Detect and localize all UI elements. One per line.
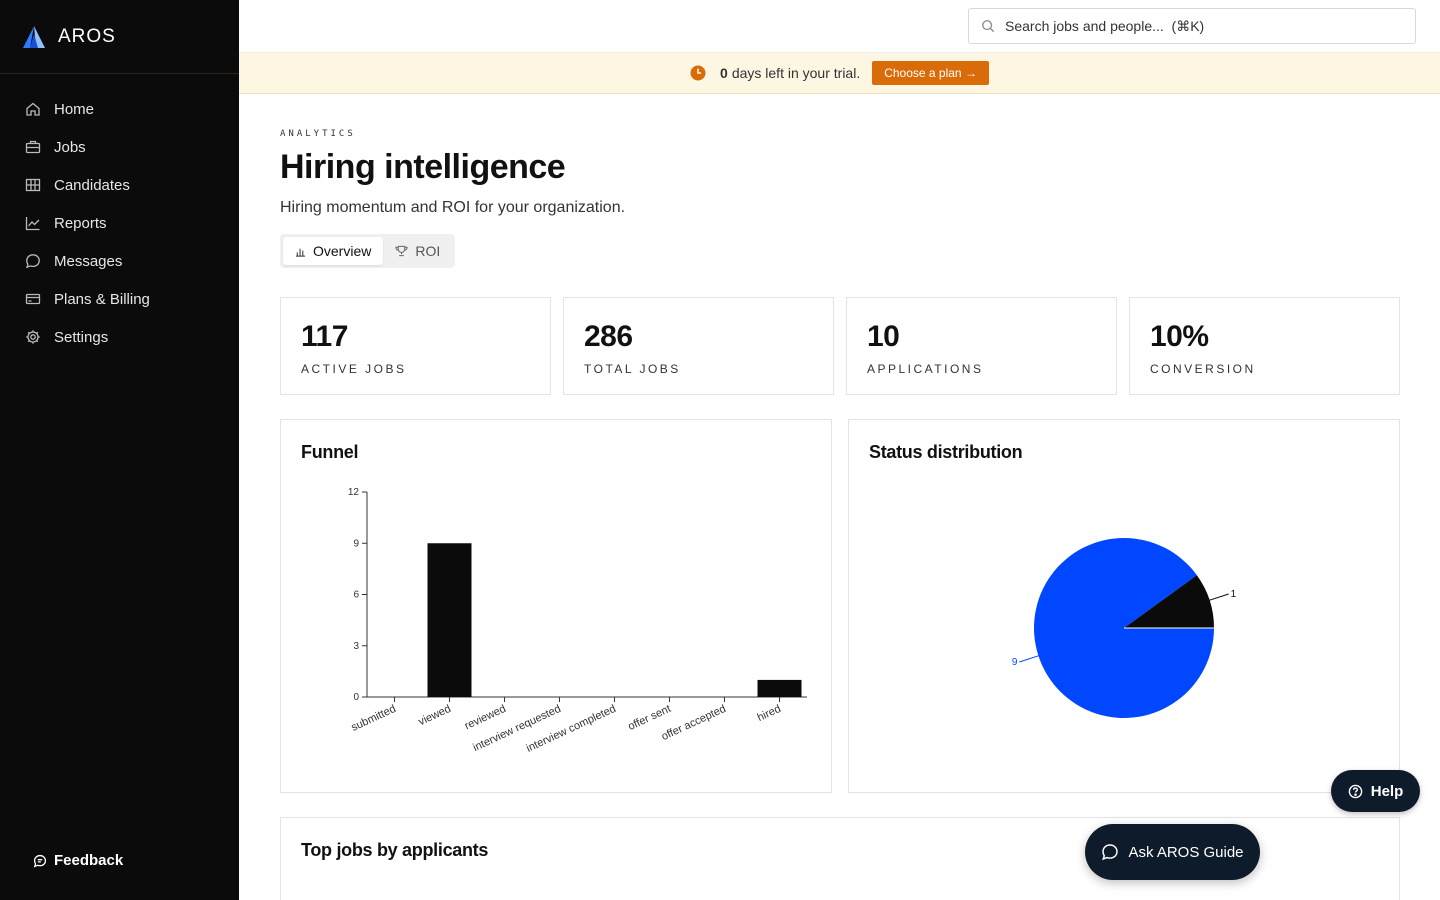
page-title: Hiring intelligence — [280, 148, 566, 186]
kpi-card-total-jobs: 286 TOTAL JOBS — [563, 297, 834, 395]
y-tick-label: 0 — [353, 692, 359, 703]
trophy-icon — [395, 245, 408, 257]
tab-label: ROI — [415, 243, 441, 259]
home-icon — [25, 101, 41, 117]
trial-days: 0 — [720, 65, 728, 81]
kpi-label: TOTAL JOBS — [584, 362, 681, 376]
x-tick-label: hired — [756, 703, 783, 724]
top-jobs-title: Top jobs by applicants — [301, 840, 489, 860]
sidebar-item-label: Jobs — [54, 138, 86, 156]
funnel-chart: 036912submitted viewed reviewedinterview r… — [348, 487, 807, 755]
sidebar-item-label: Candidates — [54, 176, 130, 194]
sidebar-nav: Home Jobs Candidates Reports Messages Pl… — [0, 74, 239, 356]
sidebar-item-reports[interactable]: Reports — [0, 204, 239, 242]
app-name: AROS — [58, 25, 116, 47]
y-tick-label: 12 — [348, 487, 360, 498]
message-icon — [25, 253, 41, 269]
x-tick-label: submitted — [349, 703, 397, 734]
chat-bubble-icon — [1102, 844, 1119, 861]
kpi-value: 10% — [1150, 320, 1209, 353]
sidebar-item-candidates[interactable]: Candidates — [0, 166, 239, 204]
kpi-value: 286 — [584, 320, 633, 353]
aros-logo — [23, 25, 45, 48]
kpi-card-conversion: 10% CONVERSION — [1129, 297, 1400, 395]
pie-slice-label: 9 — [1012, 657, 1018, 668]
kpi-row: 117 ACTIVE JOBS 286 TOTAL JOBS 10 APPLIC… — [280, 297, 1400, 395]
trial-banner: 0 days left in your trial. Choose a plan… — [239, 53, 1440, 94]
feedback-label: Feedback — [54, 852, 124, 869]
y-tick-label: 3 — [353, 641, 359, 652]
kpi-card-active-jobs: 117 ACTIVE JOBS — [280, 297, 551, 395]
ask-guide-button[interactable]: Ask AROS Guide — [1085, 824, 1260, 880]
funnel-card: Funnel 0 3 6 9 12 submitted viewed reviewed inte… — [280, 419, 832, 793]
kpi-label: CONVERSION — [1150, 362, 1256, 376]
sidebar-item-label: Plans & Billing — [54, 290, 150, 308]
search-box[interactable] — [968, 8, 1416, 44]
feedback-button[interactable]: Feedback — [33, 852, 123, 869]
sidebar-item-messages[interactable]: Messages — [0, 242, 239, 280]
kpi-label: ACTIVE JOBS — [301, 362, 407, 376]
briefcase-icon — [25, 139, 41, 155]
credit-card-icon — [25, 291, 41, 307]
search-icon — [982, 20, 995, 33]
feedback-icon — [33, 854, 47, 868]
sidebar-item-plans-billing[interactable]: Plans & Billing — [0, 280, 239, 318]
x-tick-label: interview completed — [525, 703, 618, 755]
pie-slice-label: 1 — [1231, 589, 1237, 600]
tab-label: Overview — [313, 243, 372, 259]
status-pie-chart: 19 — [1012, 538, 1237, 719]
view-tabs: Overview ROI — [280, 234, 456, 268]
kpi-card-applications: 10 APPLICATIONS — [846, 297, 1117, 395]
page-eyebrow: ANALYTICS — [280, 129, 356, 139]
x-tick-label: reviewed — [463, 703, 508, 732]
pie-label-leader — [1207, 593, 1229, 602]
guide-label: Ask AROS Guide — [1128, 843, 1244, 861]
sidebar-item-label: Home — [54, 100, 95, 118]
funnel-bar — [427, 543, 472, 697]
pie-label-leader — [1019, 654, 1041, 663]
help-icon — [1348, 784, 1363, 798]
y-tick-label: 9 — [353, 538, 359, 549]
page-subtitle: Hiring momentum and ROI for your organiz… — [280, 199, 626, 216]
sidebar-item-label: Settings — [54, 328, 109, 346]
tab-roi[interactable]: ROI — [383, 237, 452, 265]
kpi-value: 117 — [301, 320, 348, 353]
brand[interactable]: AROS — [0, 0, 239, 74]
clock-icon — [690, 65, 706, 81]
trial-text: days left in your trial. — [731, 65, 861, 81]
main-content: ANALYTICS Hiring intelligence Hiring mom… — [280, 94, 1400, 395]
topbar — [239, 0, 1440, 53]
gear-icon — [25, 329, 41, 345]
status-card: Status distribution 19 — [848, 419, 1400, 793]
sidebar-item-label: Reports — [54, 214, 107, 232]
y-tick-label: 6 — [353, 590, 359, 601]
search-input[interactable] — [1005, 18, 1385, 34]
choose-plan-button[interactable]: Choose a plan → — [872, 61, 989, 85]
tab-overview[interactable]: Overview — [283, 237, 384, 265]
sidebar-item-jobs[interactable]: Jobs — [0, 128, 239, 166]
sidebar-item-label: Messages — [54, 252, 123, 270]
kpi-value: 10 — [867, 320, 900, 353]
chart-icon — [25, 215, 41, 231]
help-button[interactable]: Help — [1331, 770, 1420, 812]
help-label: Help — [1370, 782, 1404, 800]
sidebar-item-home[interactable]: Home — [0, 90, 239, 128]
sidebar-item-settings[interactable]: Settings — [0, 318, 239, 356]
bar-chart-icon — [295, 248, 306, 257]
x-tick-label: viewed — [417, 703, 453, 728]
kpi-label: APPLICATIONS — [867, 362, 984, 376]
candidates-icon — [25, 177, 41, 193]
sidebar: AROS Home Jobs Candidates Reports Messag… — [0, 0, 239, 900]
funnel-bar — [757, 679, 802, 697]
